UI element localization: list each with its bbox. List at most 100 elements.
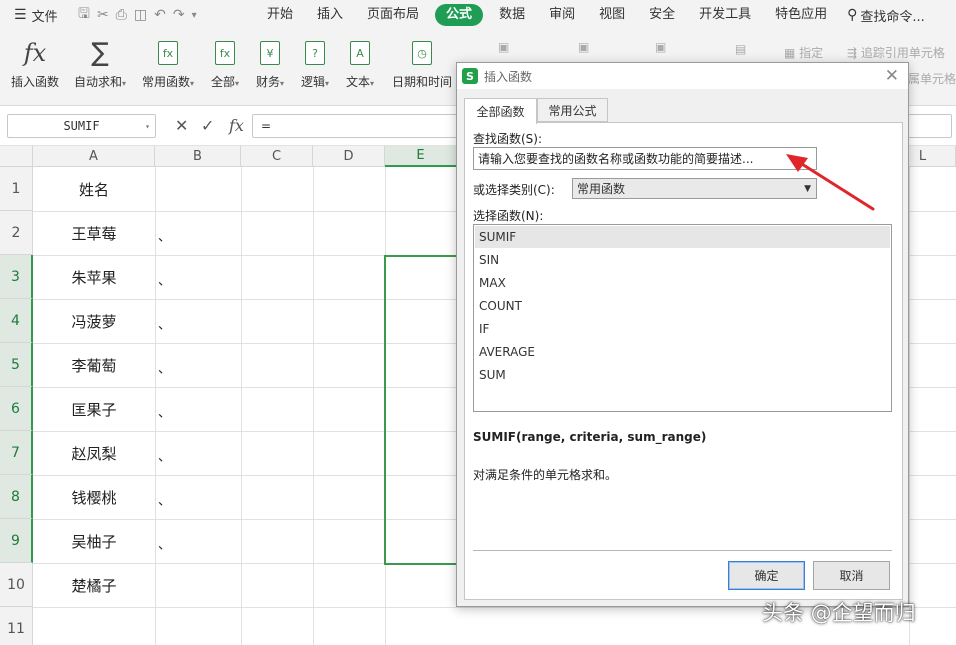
cell-b4[interactable]: 、 — [158, 314, 171, 333]
tab-data[interactable]: 数据 — [487, 4, 537, 26]
finance-functions-button[interactable]: ¥ 财务▾ — [256, 36, 284, 90]
tab-page-layout[interactable]: 页面布局 — [355, 4, 431, 26]
row-header-8[interactable]: 8 — [0, 475, 33, 519]
all-functions-button[interactable]: fx 全部▾ — [211, 36, 239, 90]
row-header-9[interactable]: 9 — [0, 519, 33, 563]
cell-a9[interactable]: 吴柚子 — [33, 519, 155, 563]
cell-b6[interactable]: 、 — [158, 402, 171, 421]
cell-a5[interactable]: 李葡萄 — [33, 343, 155, 387]
chevron-down-icon: ▾ — [190, 79, 195, 88]
autosum-button[interactable]: ∑ 自动求和▾ — [74, 36, 126, 90]
row-header-4[interactable]: 4 — [0, 299, 33, 343]
fx-icon[interactable]: fx — [229, 116, 244, 135]
tab-developer[interactable]: 开发工具 — [687, 4, 763, 26]
question-icon: ? — [305, 41, 326, 65]
chevron-down-icon: ▾ — [122, 79, 127, 88]
row-header-10[interactable]: 10 — [0, 563, 33, 607]
formula-value: = — [261, 119, 272, 133]
redo-icon[interactable]: ↷ — [173, 7, 185, 23]
function-item-sin[interactable]: SIN — [475, 249, 890, 271]
text-label: 文本 — [346, 75, 371, 89]
command-search[interactable]: ⚲ 查找命令... — [839, 6, 925, 25]
trace-dependents-button[interactable]: 追踪从属单元格 — [905, 70, 956, 87]
row-header-1[interactable]: 1 — [0, 167, 33, 211]
text-functions-button[interactable]: A 文本▾ — [346, 36, 374, 90]
confirm-icon[interactable]: ✓ — [201, 116, 214, 135]
lookup-icon[interactable]: ▣ — [498, 40, 509, 54]
tab-formulas[interactable]: 公式 — [435, 4, 484, 26]
row-header-2[interactable]: 2 — [0, 211, 33, 255]
more-functions-icon[interactable]: ▣ — [655, 40, 666, 54]
cell-b3[interactable]: 、 — [158, 270, 171, 289]
command-search-label: 查找命令... — [860, 9, 925, 25]
cell-a3[interactable]: 朱苹果 — [33, 255, 155, 299]
cell-b5[interactable]: 、 — [158, 358, 171, 377]
selection-range[interactable] — [384, 255, 458, 565]
tab-security[interactable]: 安全 — [637, 4, 687, 26]
row-header-5[interactable]: 5 — [0, 343, 33, 387]
close-icon[interactable]: ✕ — [885, 66, 899, 86]
tab-insert[interactable]: 插入 — [305, 4, 355, 26]
math-icon[interactable]: ▣ — [578, 40, 589, 54]
column-header-a[interactable]: A — [33, 146, 155, 167]
print-icon[interactable]: ⎙ — [116, 7, 127, 23]
trace-precedents-button[interactable]: ⇶ 追踪引用单元格 — [847, 44, 945, 61]
function-item-max[interactable]: MAX — [475, 272, 890, 294]
tab-review[interactable]: 审阅 — [537, 4, 587, 26]
hamburger-icon: ☰ — [14, 7, 27, 23]
undo-icon[interactable]: ↶ — [154, 7, 166, 23]
datetime-functions-button[interactable]: ◷ 日期和时间 — [392, 36, 452, 90]
column-header-c[interactable]: C — [241, 146, 313, 167]
function-search-input[interactable]: 请输入您要查找的函数名称或函数功能的简要描述... — [473, 147, 817, 170]
row-header-11[interactable]: 11 — [0, 607, 33, 645]
cell-b9[interactable]: 、 — [158, 534, 171, 553]
cancel-button[interactable]: 取消 — [813, 561, 890, 590]
cell-a7[interactable]: 赵凤梨 — [33, 431, 155, 475]
function-item-sum[interactable]: SUM — [475, 364, 890, 386]
common-functions-button[interactable]: fx 常用函数▾ — [142, 36, 194, 90]
cancel-icon[interactable]: ✕ — [175, 116, 188, 135]
function-item-average[interactable]: AVERAGE — [475, 341, 890, 363]
ok-button[interactable]: 确定 — [728, 561, 805, 590]
file-menu[interactable]: ☰ 文件 — [0, 6, 70, 25]
cell-a4[interactable]: 冯菠萝 — [33, 299, 155, 343]
chevron-down-icon[interactable]: ▾ — [192, 10, 197, 21]
cell-b8[interactable]: 、 — [158, 490, 171, 509]
finance-label: 财务 — [256, 75, 281, 89]
tab-home[interactable]: 开始 — [255, 4, 305, 26]
row-header-6[interactable]: 6 — [0, 387, 33, 431]
logic-functions-button[interactable]: ? 逻辑▾ — [301, 36, 329, 90]
cell-a8[interactable]: 钱樱桃 — [33, 475, 155, 519]
insert-function-button[interactable]: fx 插入函数 — [11, 36, 59, 90]
select-all-corner[interactable] — [0, 146, 33, 167]
function-item-sumif[interactable]: SUMIF — [475, 226, 890, 248]
tab-view[interactable]: 视图 — [587, 4, 637, 26]
tab-all-functions[interactable]: 全部函数 — [464, 98, 537, 124]
column-header-d[interactable]: D — [313, 146, 385, 167]
quick-access-toolbar: 🖫 ✂ ⎙ ◫ ↶ ↷ ▾ — [70, 3, 255, 27]
specify-button[interactable]: ▦ 指定 — [784, 44, 823, 61]
function-item-count[interactable]: COUNT — [475, 295, 890, 317]
cell-b2[interactable]: 、 — [158, 226, 171, 245]
function-list[interactable]: SUMIF SIN MAX COUNT IF AVERAGE SUM — [473, 224, 892, 412]
print-preview-icon[interactable]: ◫ — [134, 7, 147, 23]
tab-special[interactable]: 特色应用 — [763, 4, 839, 26]
format-painter-icon[interactable]: ✂ — [97, 7, 109, 23]
cell-a6[interactable]: 匡果子 — [33, 387, 155, 431]
cell-a1[interactable]: 姓名 — [33, 167, 155, 211]
name-manager-icon[interactable]: ▤ — [735, 42, 746, 56]
function-item-if[interactable]: IF — [475, 318, 890, 340]
cell-b7[interactable]: 、 — [158, 446, 171, 465]
tab-common-formulas[interactable]: 常用公式 — [537, 98, 608, 122]
row-header-7[interactable]: 7 — [0, 431, 33, 475]
name-box[interactable]: SUMIF ▾ — [7, 114, 156, 138]
cell-a10[interactable]: 楚橘子 — [33, 563, 155, 607]
save-icon[interactable]: 🖫 — [78, 3, 90, 27]
column-header-e[interactable]: E — [385, 146, 457, 167]
row-header-3[interactable]: 3 — [0, 255, 33, 299]
cell-a2[interactable]: 王草莓 — [33, 211, 155, 255]
function-description: 对满足条件的单元格求和。 — [473, 468, 618, 482]
gridline — [241, 167, 242, 645]
dialog-title-bar[interactable]: S 插入函数 ✕ — [457, 63, 908, 89]
column-header-b[interactable]: B — [155, 146, 241, 167]
